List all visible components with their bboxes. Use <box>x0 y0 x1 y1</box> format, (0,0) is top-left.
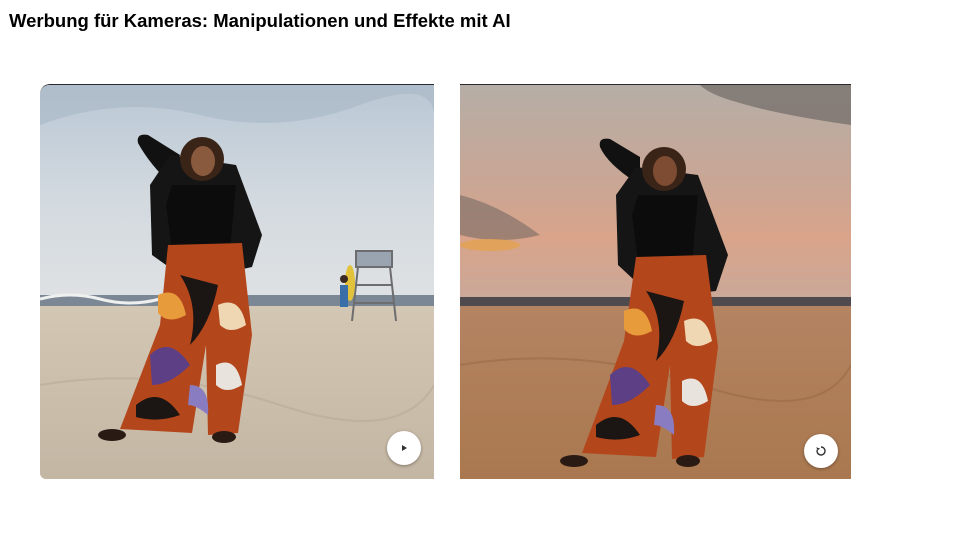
before-photo-scene <box>40 85 434 479</box>
slide-title: Werbung für Kameras: Manipulationen und … <box>9 10 511 31</box>
after-photo <box>460 84 851 479</box>
reset-icon <box>816 446 826 456</box>
reset-button[interactable] <box>804 434 838 468</box>
play-icon <box>402 445 407 451</box>
play-button[interactable] <box>387 431 421 465</box>
before-photo <box>40 84 434 479</box>
after-photo-scene <box>460 85 851 479</box>
